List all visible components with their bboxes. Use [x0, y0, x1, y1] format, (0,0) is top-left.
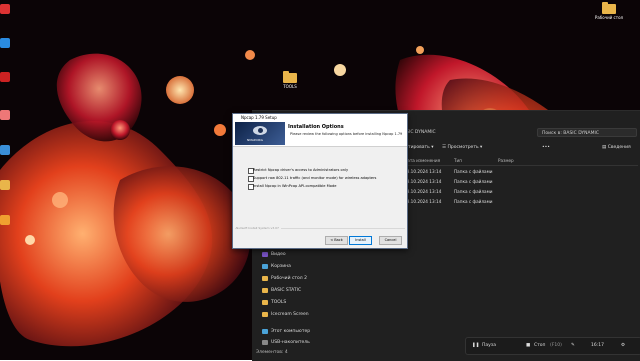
row-type: Папка с файлами [454, 199, 493, 204]
folder-icon[interactable] [0, 180, 10, 190]
sidebar-item-label: USB-накопитель [271, 340, 310, 345]
cancel-button[interactable]: Cancel [379, 236, 402, 245]
banner-subtitle: Please review the following options befo… [290, 132, 403, 136]
search-input[interactable]: Поиск в: BASIC DYNAMIC [537, 128, 637, 137]
app-icon[interactable] [0, 72, 10, 82]
sidebar-item-tools[interactable]: TOOLS [256, 299, 316, 309]
row-type: Папка с файлами [454, 169, 493, 174]
app-icon[interactable] [0, 110, 10, 120]
app-icon[interactable] [0, 4, 10, 14]
column-header: Дата изменения Тип Размер [402, 157, 638, 166]
table-row[interactable]: 28.10.2024 13:14 Папка с файлами [402, 187, 638, 196]
sidebar-item-label: Icecream Screen [271, 312, 309, 317]
video-icon [262, 252, 268, 257]
option-label: Install Npcap in WinPcap API-compatible … [253, 184, 337, 188]
desktop-icon-tools[interactable]: TOOLS [275, 71, 305, 89]
pause-button[interactable]: Пауза [482, 343, 496, 348]
table-row[interactable]: 28.10.2024 13:14 Папка с файлами [402, 197, 638, 206]
desktop-icon-label: TOOLS [283, 84, 297, 89]
desktop-left-icon-strip [0, 0, 12, 250]
sidebar-item-usb[interactable]: USB-накопитель [256, 339, 316, 349]
sidebar-item-this-pc[interactable]: Этот компьютер [256, 328, 316, 338]
view-label: Просмотреть [447, 145, 479, 150]
sidebar-item-desktop-2[interactable]: Рабочий стол 2 [256, 275, 316, 285]
edge-icon[interactable] [0, 38, 10, 48]
recording-timer: 16:17 [591, 343, 604, 348]
folder-icon [262, 300, 268, 305]
sidebar-item-recycle-bin[interactable]: Корзина [256, 263, 316, 273]
app-icon[interactable] [0, 145, 10, 155]
gear-icon[interactable]: ⚙ [621, 343, 625, 348]
column-size[interactable]: Размер [498, 158, 514, 163]
sidebar-item-label: TOOLS [271, 300, 287, 305]
more-icon[interactable]: ••• [542, 145, 550, 150]
option-label: Restrict Npcap driver's access to Admini… [253, 168, 349, 172]
sidebar-item-label: Рабочий стол 2 [271, 276, 307, 281]
sidebar-item-label: Видео [271, 252, 286, 257]
npcap-logo: NMAP.ORG [235, 122, 285, 145]
folder-icon [262, 288, 268, 293]
pupil-shape [258, 128, 263, 133]
row-type: Папка с файлами [454, 189, 493, 194]
sidebar-item-label: BASIC STATIC [271, 288, 302, 293]
sidebar-item-label: Корзина [271, 264, 291, 269]
recycle-bin-icon [262, 264, 268, 269]
recording-control-bar: ❚❚ Пауза ■ Стоп (F10) ✎ 16:17 ⚙ [465, 337, 640, 355]
dialog-titlebar[interactable]: Npcap 1.79 Setup [233, 114, 407, 121]
dialog-title: Npcap 1.79 Setup [241, 115, 277, 120]
installer-footer-text: Nullsoft Install System v3.07 [236, 226, 281, 230]
logo-text: NMAP.ORG [247, 138, 263, 142]
column-type[interactable]: Тип [454, 158, 462, 163]
stop-icon[interactable]: ■ [526, 343, 530, 348]
column-date[interactable]: Дата изменения [404, 158, 440, 163]
desktop-icon-rabochiy-stol[interactable]: Рабочий стол [594, 2, 624, 20]
dialog-banner: NMAP.ORG Installation Options Please rev… [233, 121, 407, 147]
draw-icon[interactable]: ✎ [571, 343, 575, 348]
app-icon[interactable] [0, 215, 10, 225]
folder-icon [262, 312, 268, 317]
banner-heading: Installation Options [288, 124, 344, 130]
sidebar-item-video[interactable]: Видео [256, 251, 316, 261]
row-date: 28.10.2024 13:14 [404, 199, 442, 204]
sidebar-item-icecream[interactable]: Icecream Screen [256, 311, 316, 321]
table-row[interactable]: 28.10.2024 13:14 Папка с файлами [402, 177, 638, 186]
row-type: Папка с файлами [454, 179, 493, 184]
sidebar-item-label: Этот компьютер [271, 329, 311, 334]
option-label: Support raw 802.11 traffic (and monitor … [253, 176, 377, 180]
view-button[interactable]: ☰ Просмотреть ▾ [442, 145, 482, 150]
row-date: 28.10.2024 13:14 [404, 179, 442, 184]
stop-button[interactable]: Стоп [534, 343, 545, 348]
explorer-toolbar: ⇅ Сортировать ▾ ☰ Просмотреть ▾ ••• ▤ Св… [392, 145, 640, 155]
folder-icon [283, 71, 297, 83]
row-date: 28.10.2024 13:14 [404, 169, 442, 174]
install-button[interactable]: Install [349, 236, 372, 245]
back-button[interactable]: < Back [325, 236, 348, 245]
sidebar-item-basic-static[interactable]: BASIC STATIC [256, 287, 316, 297]
table-row[interactable]: 28.10.2024 13:14 Папка с файлами [402, 167, 638, 176]
status-bar-count: Элементов: 4 [256, 350, 288, 355]
stop-shortcut: (F10) [550, 343, 562, 348]
pause-icon[interactable]: ❚❚ [472, 343, 480, 348]
folder-icon [262, 276, 268, 281]
row-date: 28.10.2024 13:14 [404, 189, 442, 194]
desktop-icon-label: Рабочий стол [594, 15, 624, 20]
computer-icon [262, 329, 268, 334]
details-button[interactable]: ▤ Сведения [602, 145, 631, 150]
details-label: Сведения [607, 145, 631, 150]
installer-dialog: Npcap 1.79 Setup NMAP.ORG Installation O… [232, 113, 408, 249]
folder-icon [602, 2, 616, 14]
usb-drive-icon [262, 340, 268, 345]
